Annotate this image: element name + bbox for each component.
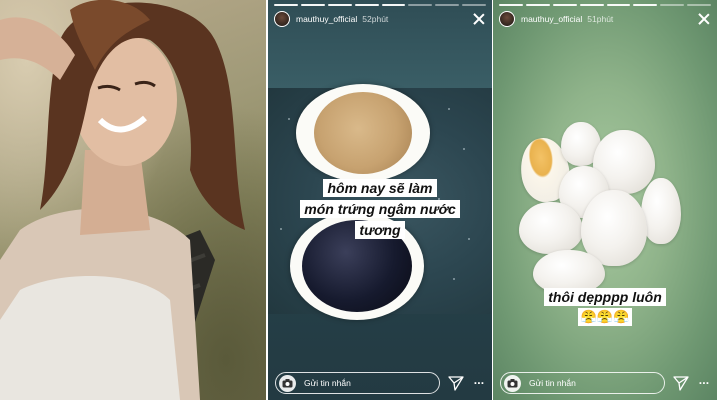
caption-line: hôm nay sẽ làm (323, 179, 437, 197)
sesame-bowl (296, 84, 430, 182)
story-progress-bar (274, 4, 486, 6)
caption-line: món trứng ngâm nước (300, 200, 460, 218)
camera-icon[interactable] (504, 374, 521, 392)
post-time: 51phút (587, 14, 614, 24)
close-icon[interactable] (697, 12, 711, 26)
raised-arm (0, 17, 75, 80)
story-header: mauthuy_official 52phút (274, 10, 486, 28)
send-icon[interactable] (673, 375, 689, 391)
avatar[interactable] (274, 11, 290, 27)
more-icon[interactable]: ··· (697, 377, 711, 389)
story-progress-bar (499, 4, 711, 6)
send-icon[interactable] (448, 375, 464, 391)
message-placeholder: Gửi tin nhắn (529, 378, 576, 388)
message-placeholder: Gửi tin nhắn (304, 378, 351, 388)
egg (519, 202, 583, 254)
username[interactable]: mauthuy_official (521, 14, 582, 24)
story-caption: thôi dẹpppp luôn (493, 287, 717, 308)
story-panel-1[interactable]: mauthuy_official 52phút hôm nay sẽ làm m… (268, 0, 492, 400)
message-input[interactable]: Gửi tin nhắn (500, 372, 665, 394)
emoji-text: 😤😤😤 (577, 308, 633, 326)
caption-line: thôi dẹpppp luôn (544, 288, 666, 306)
egg (641, 178, 681, 244)
sesame-seeds (314, 92, 412, 174)
username[interactable]: mauthuy_official (296, 14, 357, 24)
reply-bar: Gửi tin nhắn ··· (275, 371, 486, 395)
message-input[interactable]: Gửi tin nhắn (275, 372, 440, 394)
post-time: 52phút (362, 14, 389, 24)
story-caption: hôm nay sẽ làm món trứng ngâm nước tương (268, 178, 492, 241)
avatar[interactable] (499, 11, 515, 27)
portrait-illustration (0, 0, 245, 400)
more-icon[interactable]: ··· (472, 377, 486, 389)
portrait-photo (0, 0, 266, 400)
white-dress (0, 276, 180, 400)
caption-line: tương (355, 221, 405, 239)
story-header: mauthuy_official 51phút (499, 10, 711, 28)
story-panel-2[interactable]: mauthuy_official 51phút thôi dẹpppp luôn… (493, 0, 717, 400)
close-icon[interactable] (472, 12, 486, 26)
camera-icon[interactable] (279, 374, 296, 392)
reply-bar: Gửi tin nhắn ··· (500, 371, 711, 395)
emoji-sticker: 😤😤😤 (493, 308, 717, 326)
